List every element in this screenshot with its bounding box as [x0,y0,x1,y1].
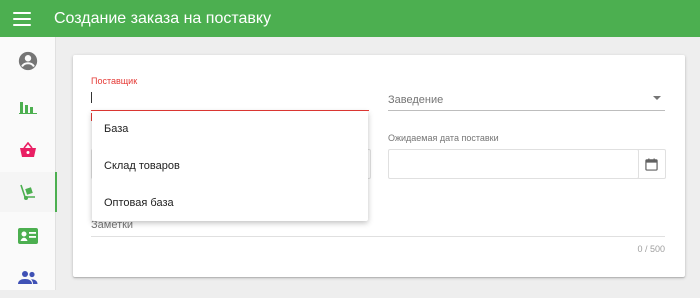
sidebar-item-account[interactable] [0,41,55,81]
bar-chart-icon [18,102,37,114]
hand-truck-icon [19,184,35,200]
people-icon [17,271,37,284]
supplier-option[interactable]: База [92,111,368,147]
app-bar: Создание заказа на поставку [0,0,700,37]
calendar-icon [644,157,658,171]
contact-card-icon [17,228,38,244]
basket-icon [19,142,36,157]
menu-icon[interactable] [13,11,31,26]
notes-counter: 0 / 500 [637,244,665,254]
establishment-select[interactable]: Заведение [388,90,665,111]
delivery-date-input[interactable] [388,149,639,179]
sidebar-item-reports[interactable] [0,86,55,126]
supplier-option[interactable]: Склад товаров [92,148,368,184]
sidebar-item-contacts[interactable] [0,216,55,256]
calendar-button[interactable] [637,149,666,179]
supplier-input[interactable] [91,92,92,103]
delivery-date-label: Ожидаемая дата поставки [388,133,499,143]
account-circle-icon [18,51,37,71]
sidebar [0,37,57,290]
sidebar-item-staff[interactable] [0,258,55,298]
notes-input[interactable] [91,236,665,237]
page-title: Создание заказа на поставку [54,9,272,27]
sidebar-item-supply[interactable] [0,172,57,212]
chevron-down-icon [653,96,661,100]
sidebar-item-orders[interactable] [0,130,55,170]
supplier-dropdown: База Склад товаров Оптовая база [92,111,368,221]
supplier-option[interactable]: Оптовая база [92,185,368,221]
establishment-placeholder: Заведение [388,94,444,106]
supplier-label: Поставщик [91,76,138,86]
